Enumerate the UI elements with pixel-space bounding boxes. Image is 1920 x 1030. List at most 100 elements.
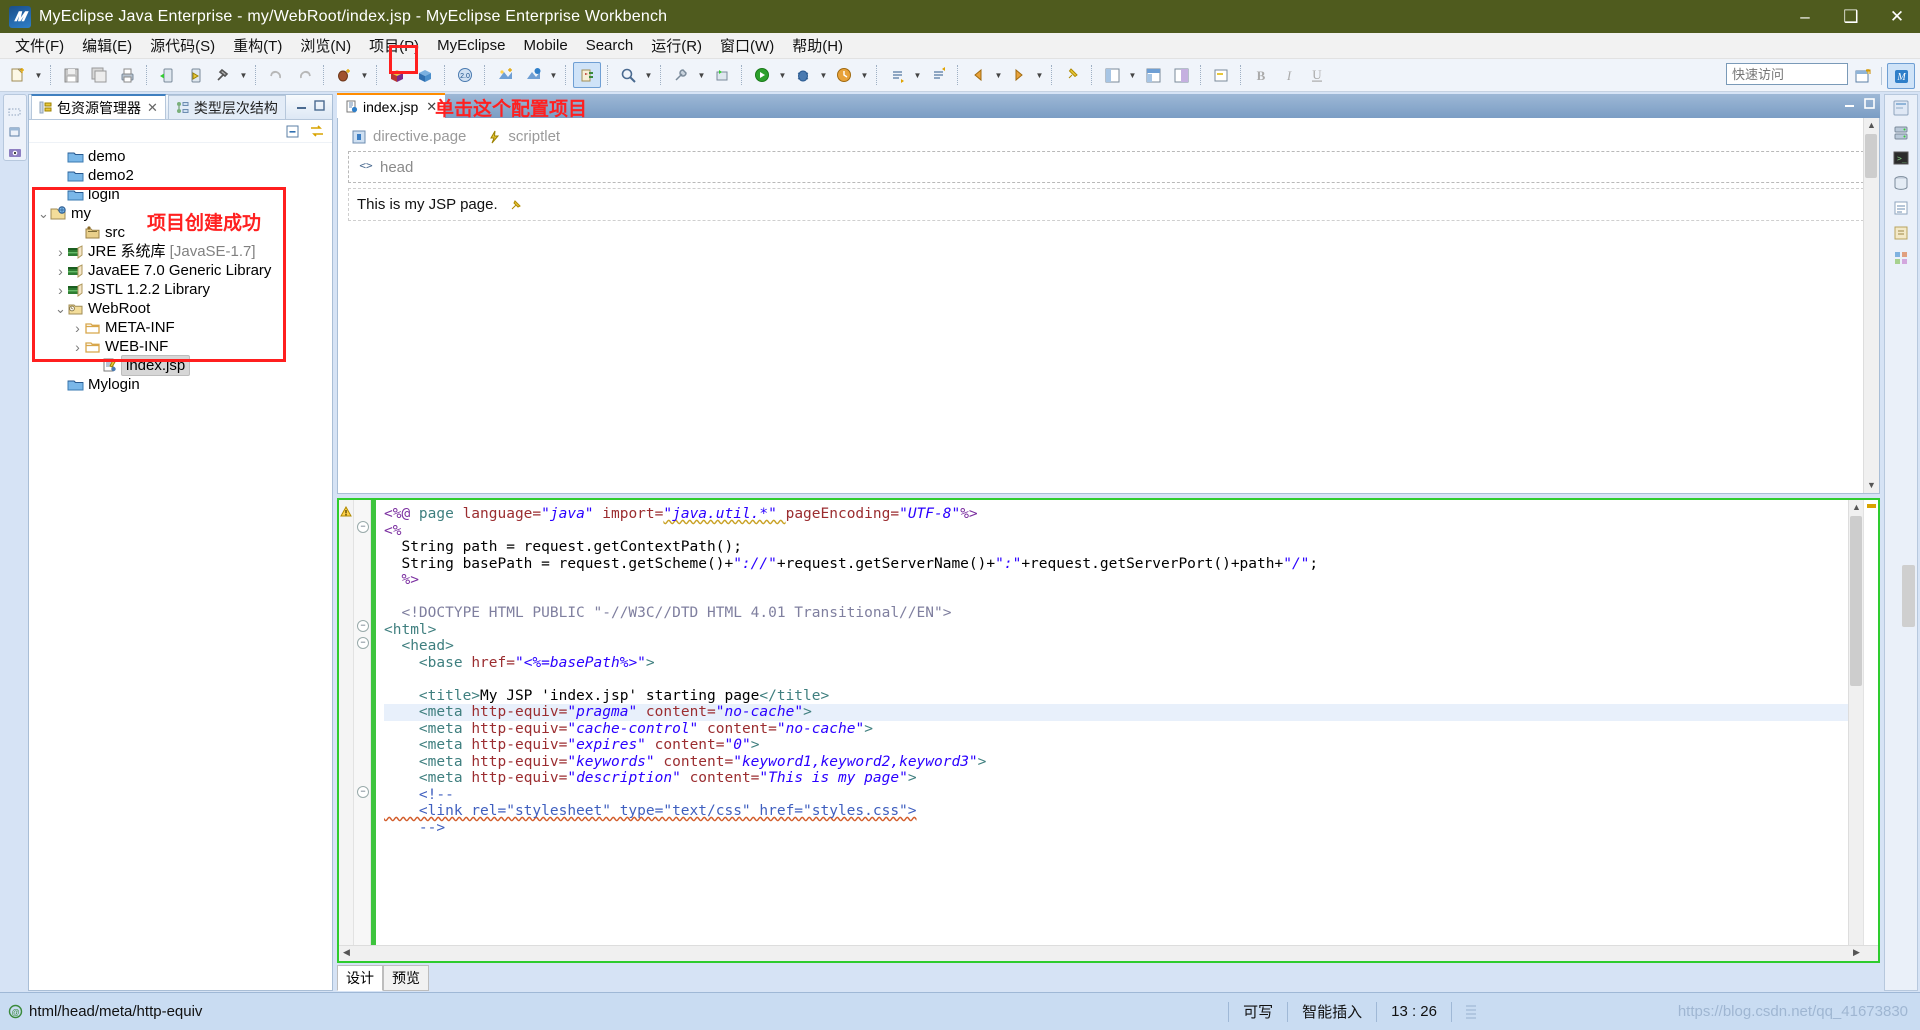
maximize-icon[interactable] xyxy=(314,99,326,116)
tree-item-web-inf[interactable]: › WEB-INF xyxy=(29,337,332,356)
collapse-all-icon[interactable] xyxy=(285,124,300,139)
menu-item-2[interactable]: 源代码(S) xyxy=(141,33,224,58)
tree-item-demo2[interactable]: demo2 xyxy=(29,166,332,185)
snippets-view-icon[interactable] xyxy=(1891,224,1911,242)
view-tab-type-hierarchy[interactable]: 类型层次结构 xyxy=(167,95,286,119)
toggle-mark-occurrences-icon[interactable] xyxy=(1208,63,1234,87)
menu-item-3[interactable]: 重构(T) xyxy=(224,33,291,58)
tree-item-demo[interactable]: demo xyxy=(29,147,332,166)
open-perspective-icon[interactable] xyxy=(1850,64,1876,88)
maximize-button[interactable]: ❑ xyxy=(1828,0,1874,33)
pin-editor-icon[interactable] xyxy=(1059,63,1085,87)
menu-item-8[interactable]: Search xyxy=(577,35,643,56)
menu-item-5[interactable]: 项目(P) xyxy=(360,33,428,58)
chevron-down-icon[interactable]: ▼ xyxy=(1033,63,1046,87)
run-server-icon[interactable] xyxy=(154,63,180,87)
menu-item-11[interactable]: 帮助(H) xyxy=(783,33,852,58)
back-icon[interactable] xyxy=(965,63,991,87)
perspective-web-icon[interactable] xyxy=(1140,63,1166,87)
deploy-myeclipse-icon[interactable] xyxy=(182,63,208,87)
chevron-down-icon[interactable]: ⌄ xyxy=(37,207,50,220)
console-view-icon[interactable]: >_ xyxy=(1891,149,1911,167)
new-wizard-icon[interactable] xyxy=(5,63,31,87)
db-browser-icon[interactable] xyxy=(1891,174,1911,192)
jsp-design-view[interactable]: directive.page scriptlet <> head This is… xyxy=(337,118,1880,494)
design-vertical-scrollbar[interactable]: ▲ ▼ xyxy=(1863,118,1879,493)
rail-scroll-thumb[interactable] xyxy=(1902,565,1915,627)
chevron-right-icon[interactable]: › xyxy=(71,320,84,336)
italic-icon[interactable]: I xyxy=(1276,63,1302,87)
editor-bottom-tab-1[interactable]: 预览 xyxy=(383,965,429,991)
overview-ruler[interactable] xyxy=(1863,500,1878,961)
menu-item-0[interactable]: 文件(F) xyxy=(6,33,73,58)
design-head-box[interactable]: <> head xyxy=(348,151,1869,183)
source-code-text[interactable]: <%@ page language="java" import="java.ut… xyxy=(376,500,1878,961)
chevron-down-icon[interactable]: ▼ xyxy=(817,63,830,87)
source-horizontal-scrollbar[interactable]: ◀ ▶ xyxy=(339,945,1878,961)
design-body-box[interactable]: This is my JSP page. xyxy=(348,188,1869,221)
new-package-icon[interactable] xyxy=(384,63,410,87)
save-all-icon[interactable] xyxy=(86,63,112,87)
chevron-down-icon[interactable]: ▼ xyxy=(358,63,371,87)
chevron-down-icon[interactable]: ▼ xyxy=(1126,63,1139,87)
close-button[interactable]: ✕ xyxy=(1874,0,1920,33)
jsp-source-view[interactable]: − − − − <%@ page language="java" import=… xyxy=(337,498,1880,963)
bold-icon[interactable]: B xyxy=(1248,63,1274,87)
menu-item-9[interactable]: 运行(R) xyxy=(642,33,711,58)
fold-toggle-icon[interactable]: − xyxy=(357,521,369,533)
minimize-button[interactable]: – xyxy=(1782,0,1828,33)
scroll-right-arrow-icon[interactable]: ▶ xyxy=(1851,947,1862,958)
perspective-java-icon[interactable] xyxy=(1099,63,1125,87)
menu-item-1[interactable]: 编辑(E) xyxy=(73,33,141,58)
previous-annotation-icon[interactable] xyxy=(925,63,951,87)
warning-triangle-icon[interactable] xyxy=(340,505,352,517)
scroll-down-arrow-icon[interactable]: ▼ xyxy=(1866,480,1877,491)
scroll-left-arrow-icon[interactable]: ◀ xyxy=(341,947,352,958)
chevron-down-icon[interactable]: ⌄ xyxy=(54,302,67,315)
chevron-right-icon[interactable]: › xyxy=(54,263,67,279)
chevron-down-icon[interactable]: ▼ xyxy=(237,63,250,87)
project-tree[interactable]: demo demo2 login ⌄ my src › JRE 系统库 [JavaSE-1.7… xyxy=(29,143,332,394)
marker-gutter[interactable] xyxy=(339,500,354,961)
tree-item-index-jsp[interactable]: index.jsp xyxy=(29,355,332,376)
chevron-down-icon[interactable]: ▼ xyxy=(911,63,924,87)
rail-scrollbar[interactable] xyxy=(1902,565,1915,665)
outline-fastview-icon[interactable] xyxy=(7,145,23,161)
chevron-right-icon[interactable]: › xyxy=(71,339,84,355)
debug-icon[interactable] xyxy=(790,63,816,87)
myeclipse-perspective-icon[interactable]: M xyxy=(1887,63,1915,89)
tree-item-mylogin[interactable]: Mylogin xyxy=(29,375,332,394)
view-tab-package-explorer[interactable]: 包资源管理器 ✕ xyxy=(31,94,166,119)
scroll-up-arrow-icon[interactable]: ▲ xyxy=(1851,502,1862,513)
minimize-icon[interactable] xyxy=(1843,97,1856,110)
search-icon[interactable] xyxy=(615,63,641,87)
palette-view-icon[interactable] xyxy=(1891,249,1911,267)
chevron-down-icon[interactable]: ▼ xyxy=(695,63,708,87)
open-browser-icon[interactable] xyxy=(520,63,546,87)
chevron-down-icon[interactable]: ▼ xyxy=(547,63,560,87)
servers-view-icon[interactable] xyxy=(1891,124,1911,142)
tree-item-javaee-7-0-generic-library[interactable]: › JavaEE 7.0 Generic Library xyxy=(29,261,332,280)
tree-item-jstl-1-2-2-library[interactable]: › JSTL 1.2.2 Library xyxy=(29,280,332,299)
configure-project-icon[interactable] xyxy=(573,62,601,88)
redo-arrow-icon[interactable] xyxy=(291,63,317,87)
new-jsp-icon[interactable] xyxy=(492,63,518,87)
maximize-icon[interactable] xyxy=(1863,97,1876,110)
print-icon[interactable] xyxy=(114,63,140,87)
source-vertical-scrollbar[interactable]: ▲ ▼ xyxy=(1848,500,1864,961)
warning-overview-marker[interactable] xyxy=(1867,504,1876,508)
wrench-icon[interactable] xyxy=(668,63,694,87)
package-explorer-fastview-icon[interactable] xyxy=(7,124,23,140)
design-scroll-thumb[interactable] xyxy=(1865,134,1877,178)
minimize-icon[interactable] xyxy=(296,99,308,116)
undo-arrow-icon[interactable] xyxy=(263,63,289,87)
chevron-down-icon[interactable]: ▼ xyxy=(642,63,655,87)
debug-bean-icon[interactable] xyxy=(331,63,357,87)
quick-access-input[interactable] xyxy=(1726,63,1848,85)
run-icon[interactable] xyxy=(749,63,775,87)
next-annotation-icon[interactable] xyxy=(884,63,910,87)
chevron-down-icon[interactable]: ▼ xyxy=(992,63,1005,87)
chevron-right-icon[interactable]: › xyxy=(54,282,67,298)
tree-item-webroot[interactable]: ⌄ WebRoot xyxy=(29,299,332,318)
chevron-down-icon[interactable]: ▼ xyxy=(776,63,789,87)
